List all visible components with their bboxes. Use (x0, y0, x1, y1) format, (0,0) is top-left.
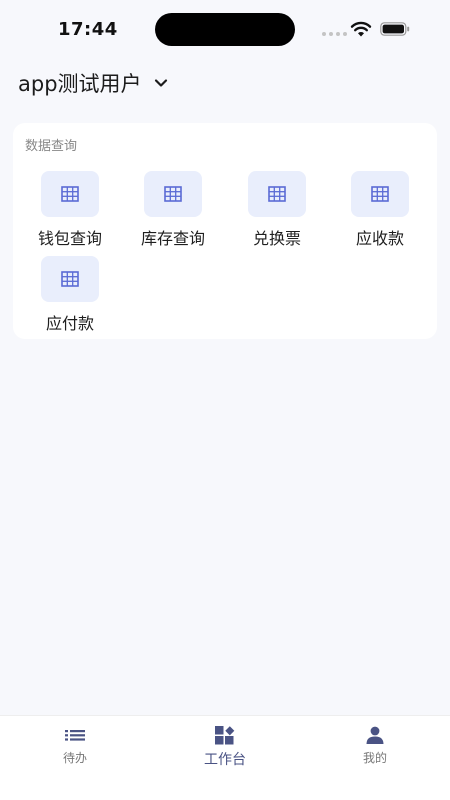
account-switcher[interactable]: app测试用户 (18, 68, 170, 98)
bottom-tab-bar: 待办 工作台 我的 (0, 715, 450, 800)
status-bar: 17:44 (0, 0, 450, 60)
tile-payables[interactable]: 应付款 (18, 256, 122, 336)
status-time: 17:44 (58, 19, 118, 40)
tab-label: 我的 (362, 751, 387, 765)
tile-icon-box (41, 171, 99, 217)
tab-label: 待办 (62, 751, 87, 765)
tile-icon-box (144, 171, 202, 217)
chevron-down-icon (154, 79, 167, 87)
tile-label: 库存查询 (140, 229, 205, 248)
list-icon (65, 730, 85, 741)
tile-label: 应付款 (45, 314, 94, 333)
dynamic-island (155, 13, 295, 46)
tab-workbench[interactable]: 工作台 (150, 716, 300, 800)
tile-label: 应收款 (355, 229, 404, 248)
grid-icon (61, 271, 79, 287)
tile-icon-box (248, 171, 306, 217)
tile-icon-box (41, 256, 99, 302)
tile-label: 钱包查询 (37, 229, 102, 248)
tile-wallet-query[interactable]: 钱包查询 (18, 171, 122, 251)
grid-icon (268, 186, 286, 202)
tab-todo[interactable]: 待办 (0, 716, 150, 800)
wifi-icon (350, 21, 372, 37)
tile-label: 兑换票 (252, 229, 301, 248)
account-name: app测试用户 (18, 72, 142, 96)
tab-mine[interactable]: 我的 (300, 716, 450, 800)
tile-icon-box (351, 171, 409, 217)
section-title: 数据查询 (25, 139, 78, 154)
tile-inventory-query[interactable]: 库存查询 (121, 171, 225, 251)
tile-receivables[interactable]: 应收款 (328, 171, 432, 251)
tab-label: 工作台 (204, 752, 246, 768)
data-query-card: 数据查询 钱包查询 库存查询 兑换票 应收款 应付款 (13, 123, 437, 339)
tile-exchange-ticket[interactable]: 兑换票 (225, 171, 329, 251)
grid-icon (61, 186, 79, 202)
battery-icon (380, 22, 410, 36)
workbench-icon (215, 726, 235, 745)
app-screen: 17:44 app测试用户 数据查询 钱包查询 库存查询 兑换票 应收款 应付款… (0, 0, 450, 800)
signal-dots-icon (322, 32, 347, 36)
grid-icon (371, 186, 389, 202)
person-icon (366, 726, 384, 744)
grid-icon (164, 186, 182, 202)
